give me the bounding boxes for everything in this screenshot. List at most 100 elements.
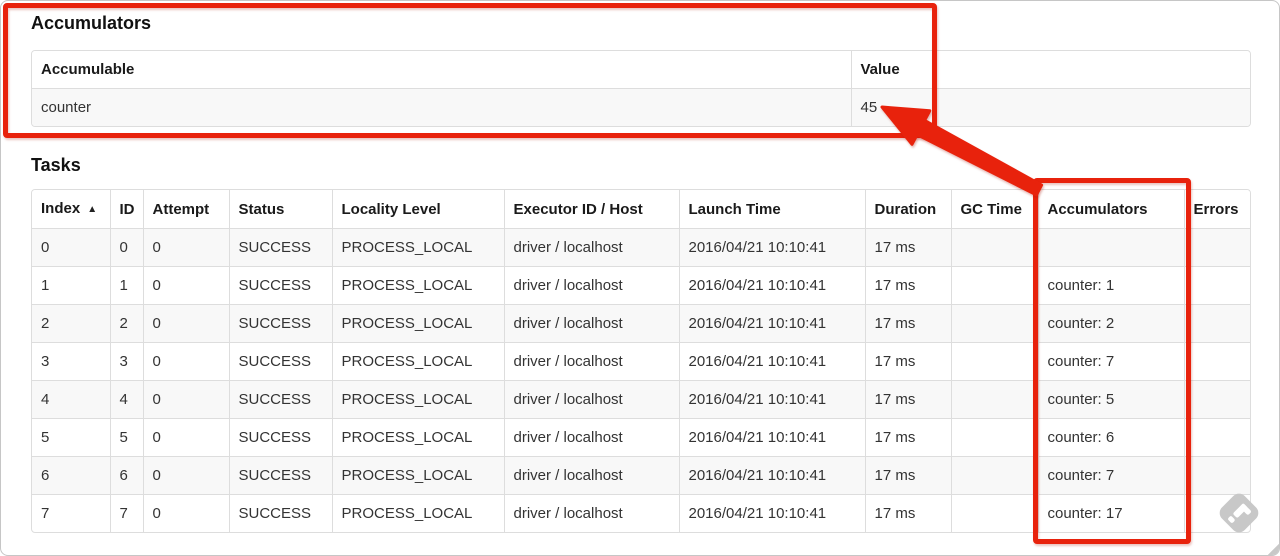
table-cell: SUCCESS — [229, 304, 333, 343]
feedly-watermark-corner-icon — [1264, 542, 1279, 555]
table-cell: driver / localhost — [504, 304, 680, 343]
table-cell: counter: 5 — [1038, 380, 1185, 419]
table-cell: counter: 6 — [1038, 418, 1185, 457]
table-cell: PROCESS_LOCAL — [332, 304, 505, 343]
table-cell — [1184, 304, 1250, 343]
table-row: 3 3 0 SUCCESS PROCESS_LOCAL driver / localhos… — [32, 342, 1250, 381]
table-cell: 2016/04/21 10:10:41 — [679, 494, 866, 532]
table-cell — [1184, 266, 1250, 305]
table-cell: 6 — [32, 456, 111, 495]
table-row: 4 4 0 SUCCESS PROCESS_LOCAL driver / localhos… — [32, 380, 1250, 419]
table-cell: 0 — [143, 494, 230, 532]
table-cell: driver / localhost — [504, 266, 680, 305]
table-cell: driver / localhost — [504, 418, 680, 457]
table-cell: SUCCESS — [229, 342, 333, 381]
table-cell: 4 — [32, 380, 111, 419]
table-cell: 2016/04/21 10:10:41 — [679, 418, 866, 457]
table-cell: SUCCESS — [229, 418, 333, 457]
accumulable-column-header: Accumulable — [32, 51, 852, 89]
table-cell: SUCCESS — [229, 456, 333, 495]
table-cell: 45 — [860, 99, 878, 116]
table-cell: SUCCESS — [229, 494, 333, 532]
table-cell: 17 ms — [865, 456, 952, 495]
table-cell: 17 ms — [865, 418, 952, 457]
table-cell: 0 — [143, 456, 230, 495]
table-cell — [951, 494, 1039, 532]
table-cell — [1184, 228, 1250, 267]
tasks-header-index-label: Index — [41, 200, 81, 217]
tasks-section-title: Tasks — [31, 155, 81, 175]
table-cell — [951, 380, 1039, 419]
table-cell: 17 ms — [865, 228, 952, 267]
table-cell: 3 — [32, 342, 111, 381]
table-cell — [1038, 228, 1185, 267]
table-cell — [951, 456, 1039, 495]
tasks-header-attempt[interactable]: Attempt — [143, 190, 230, 229]
table-cell: 5 — [32, 418, 111, 457]
table-cell: 2 — [110, 304, 144, 343]
table-cell: counter: 1 — [1038, 266, 1185, 305]
table-cell: SUCCESS — [229, 266, 333, 305]
table-row: 1 1 0 SUCCESS PROCESS_LOCAL driver / localhos… — [32, 266, 1250, 305]
table-row: 6 6 0 SUCCESS PROCESS_LOCAL driver / localhos… — [32, 456, 1250, 495]
tasks-header-accumulators[interactable]: Accumulators — [1038, 190, 1185, 229]
table-cell: counter — [32, 88, 852, 126]
table-cell: 3 — [110, 342, 144, 381]
table-cell: PROCESS_LOCAL — [332, 456, 505, 495]
table-cell: 1 — [32, 266, 111, 305]
table-cell: 0 — [143, 342, 230, 381]
tasks-header-gc-time[interactable]: GC Time — [951, 190, 1039, 229]
table-cell: 7 — [32, 494, 111, 532]
table-cell: driver / localhost — [504, 494, 680, 532]
value-column-header: Value — [851, 51, 1250, 89]
table-cell: 0 — [110, 228, 144, 267]
table-cell: 2016/04/21 10:10:41 — [679, 342, 866, 381]
table-cell: 0 — [143, 380, 230, 419]
table-cell: 0 — [143, 266, 230, 305]
table-cell: 7 — [110, 494, 144, 532]
table-cell: 2 — [32, 304, 111, 343]
table-cell: 0 — [32, 228, 111, 267]
table-cell: 2016/04/21 10:10:41 — [679, 228, 866, 267]
table-row: 0 0 0 SUCCESS PROCESS_LOCAL driver / localhos… — [32, 228, 1250, 267]
tasks-header-launch-time[interactable]: Launch Time — [679, 190, 866, 229]
table-cell: PROCESS_LOCAL — [332, 266, 505, 305]
table-row: 2 2 0 SUCCESS PROCESS_LOCAL driver / localhos… — [32, 304, 1250, 343]
table-cell — [951, 342, 1039, 381]
table-cell: 17 ms — [865, 342, 952, 381]
table-cell: SUCCESS — [229, 228, 333, 267]
sort-ascending-icon: ▲ — [87, 204, 98, 215]
table-cell: PROCESS_LOCAL — [332, 494, 505, 532]
table-cell: counter: 17 — [1038, 494, 1185, 532]
table-cell — [951, 418, 1039, 457]
table-cell: counter: 7 — [1038, 456, 1185, 495]
tasks-header-index[interactable]: Index ▲ — [32, 190, 111, 229]
table-cell: 17 ms — [865, 304, 952, 343]
table-cell: 2016/04/21 10:10:41 — [679, 380, 866, 419]
tasks-header-status[interactable]: Status — [229, 190, 333, 229]
tasks-header-duration[interactable]: Duration — [865, 190, 952, 229]
tasks-header-errors[interactable]: Errors — [1184, 190, 1250, 229]
table-cell: PROCESS_LOCAL — [332, 380, 505, 419]
tasks-header-executor-id-host[interactable]: Executor ID / Host — [504, 190, 680, 229]
table-cell: 17 ms — [865, 266, 952, 305]
table-cell: PROCESS_LOCAL — [332, 418, 505, 457]
accumulators-section-title: Accumulators — [31, 13, 152, 33]
tasks-header-locality-level[interactable]: Locality Level — [332, 190, 505, 229]
table-cell — [951, 228, 1039, 267]
table-cell — [1184, 342, 1250, 381]
table-cell — [951, 266, 1039, 305]
tasks-header-id[interactable]: ID — [110, 190, 144, 229]
accumulators-table: Accumulable Value counter 45 — [31, 50, 1251, 127]
table-row: 5 5 0 SUCCESS PROCESS_LOCAL driver / localhos… — [32, 418, 1250, 457]
table-cell: SUCCESS — [229, 380, 333, 419]
table-cell: counter: 7 — [1038, 342, 1185, 381]
table-cell: PROCESS_LOCAL — [332, 228, 505, 267]
table-cell: 6 — [110, 456, 144, 495]
table-cell: driver / localhost — [504, 342, 680, 381]
table-cell: 0 — [143, 304, 230, 343]
table-cell — [1184, 380, 1250, 419]
table-cell: PROCESS_LOCAL — [332, 342, 505, 381]
table-cell: 4 — [110, 380, 144, 419]
accumulators-header-row: Accumulable Value — [32, 51, 1250, 89]
